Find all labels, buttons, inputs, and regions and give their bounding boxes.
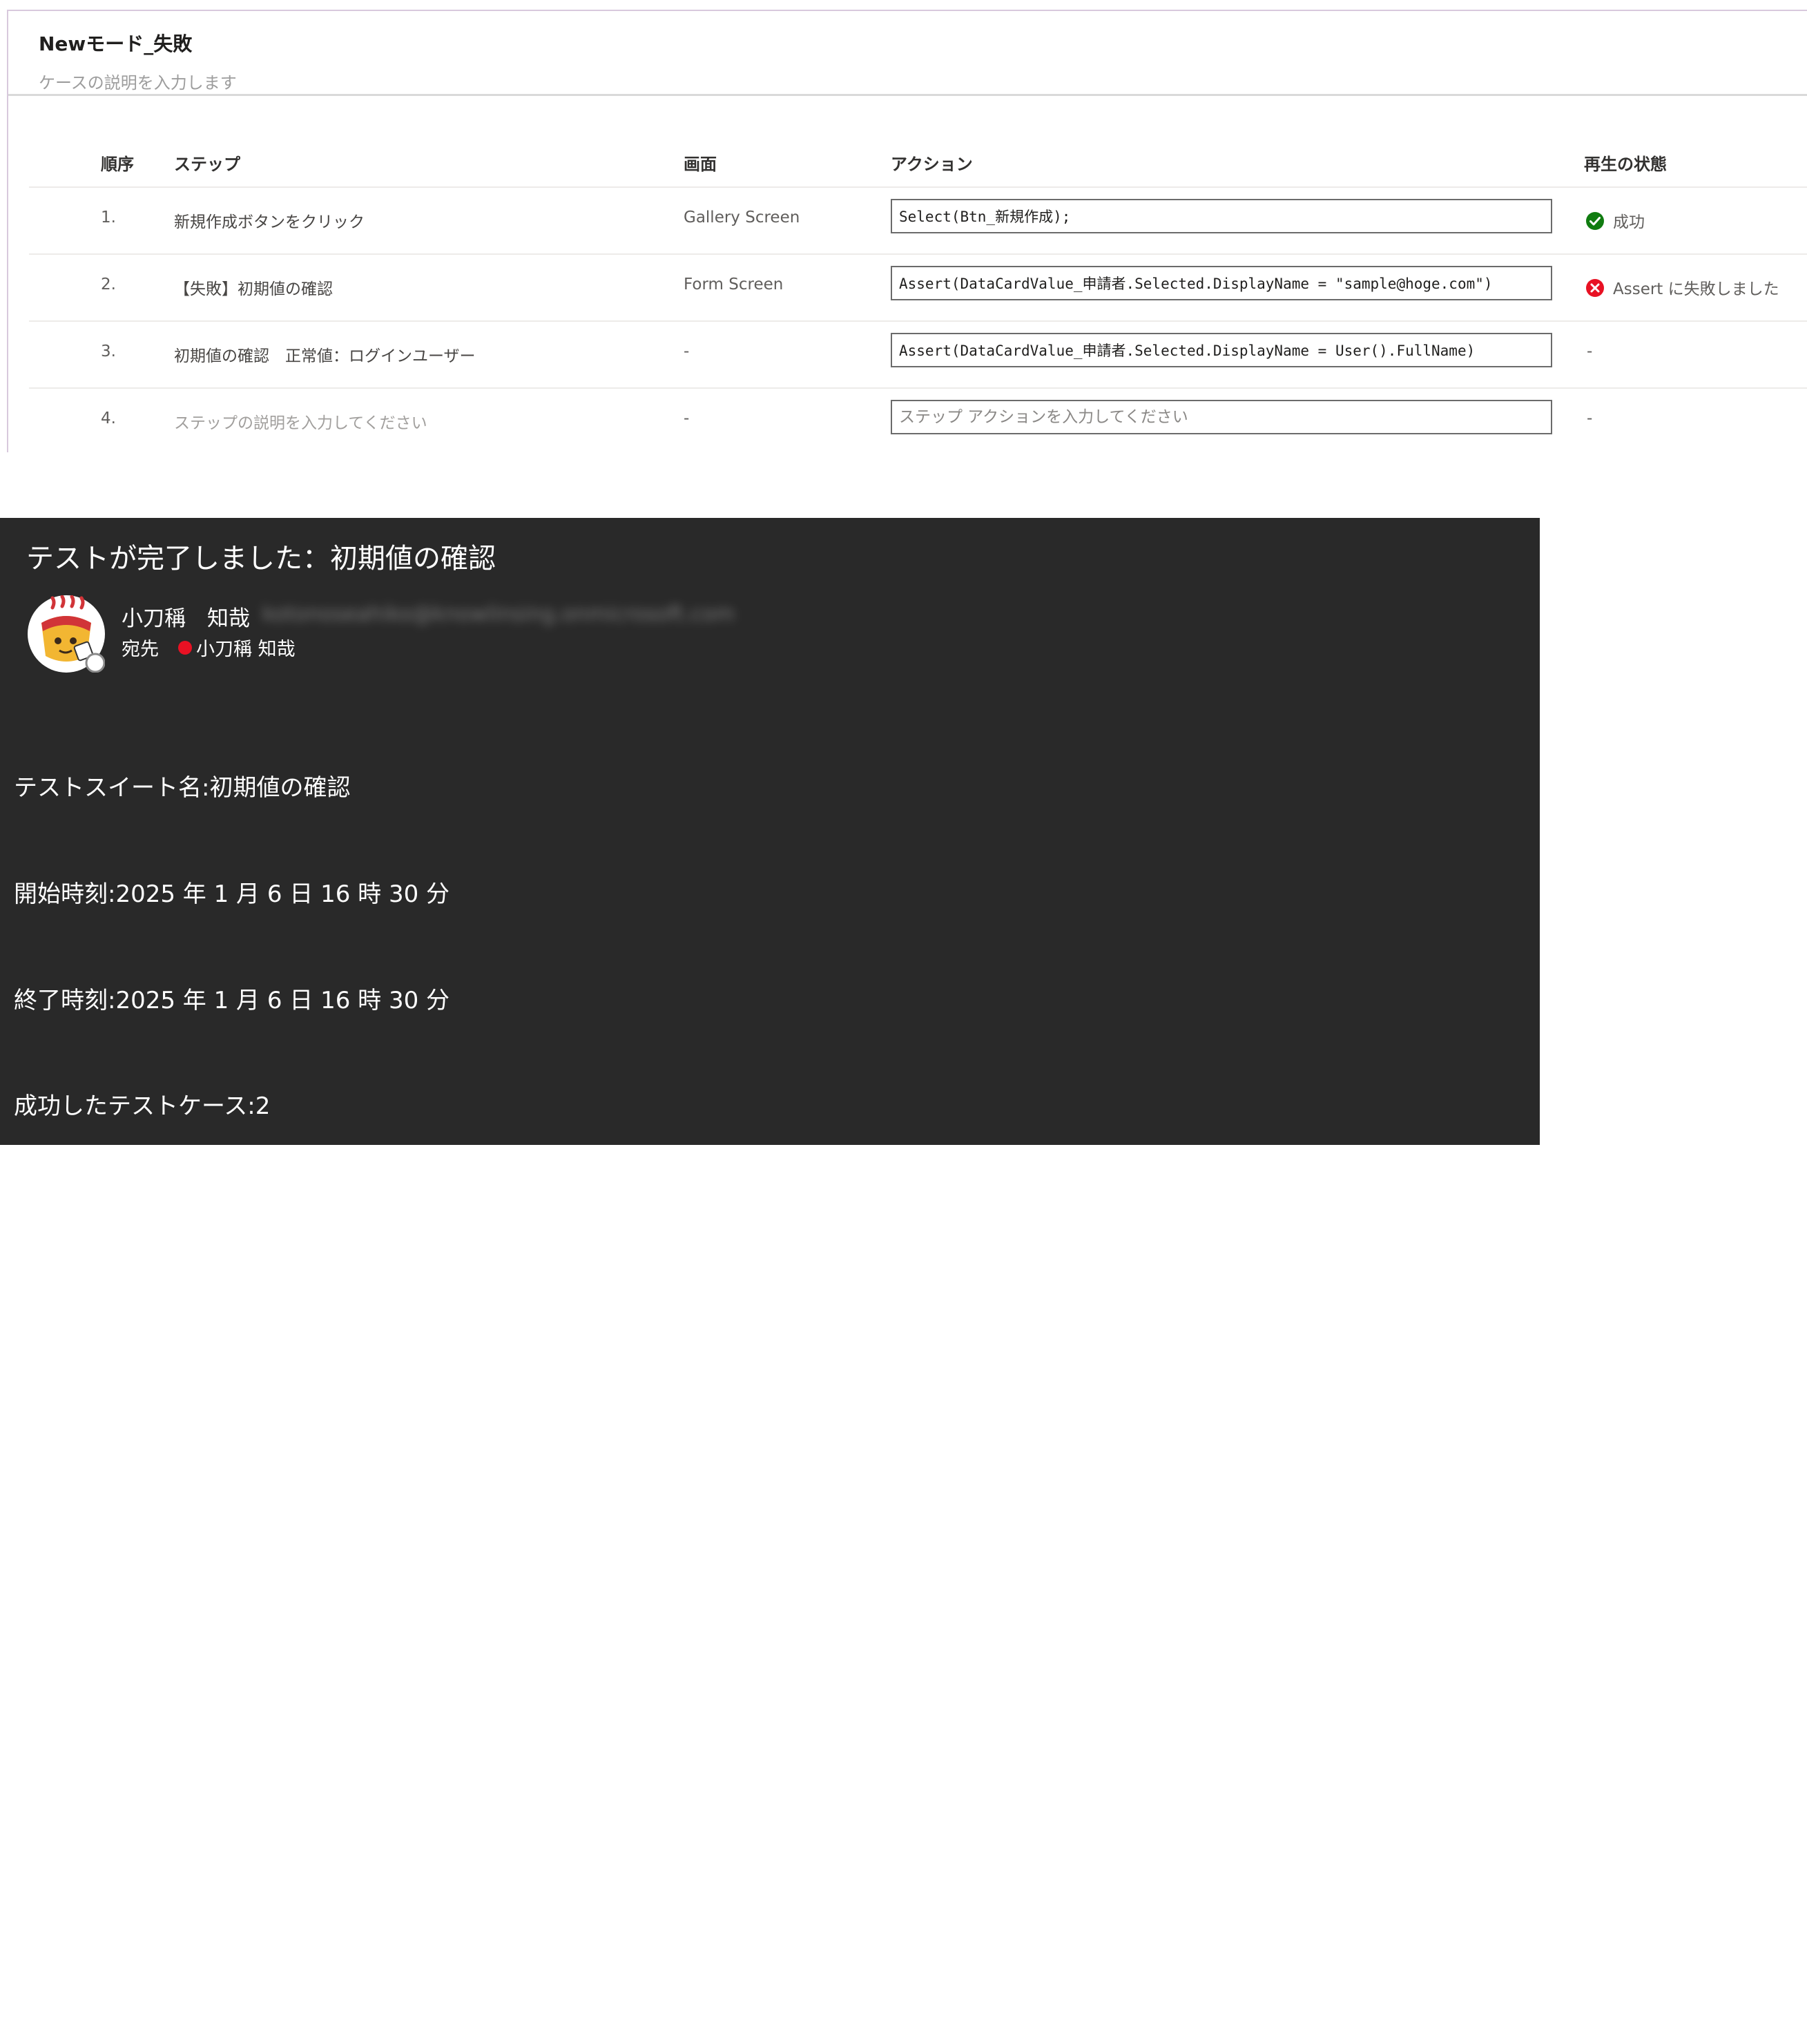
test-case-description[interactable]: ケースの説明を入力します <box>39 69 237 93</box>
to-label: 宛先 <box>122 639 159 660</box>
step-action-input[interactable] <box>891 266 1552 300</box>
email-subject: テストが完了しました：初期値の確認 <box>26 543 496 575</box>
header-order: 順序 <box>101 155 134 174</box>
success-check-icon <box>1586 212 1604 230</box>
step-description-placeholder[interactable]: ステップの説明を入力してください <box>174 409 427 433</box>
test-case-header: Newモード_失敗 ケースの説明を入力します <box>8 11 1807 96</box>
test-case-panel: Newモード_失敗 ケースの説明を入力します 順序 ステップ 画面 アクション … <box>0 0 1807 452</box>
step-screen: Gallery Screen <box>684 209 800 226</box>
step-status: - <box>1587 409 1593 427</box>
step-action-input[interactable] <box>891 333 1552 367</box>
header-step: ステップ <box>174 155 240 174</box>
avatar[interactable] <box>28 595 105 673</box>
body-line-json: [ <box>14 1410 23 1438</box>
step-action-input[interactable] <box>891 400 1552 434</box>
body-line-end: 終了時刻:2025 年 1 月 6 日 16 時 30 分 <box>14 986 450 1014</box>
test-case-title[interactable]: Newモード_失敗 <box>39 29 192 57</box>
sender-email-blurred: kotonoseahiko@knowlinsing.onmicrosoft.co… <box>262 602 735 626</box>
step-action-input[interactable] <box>891 199 1552 233</box>
email-body: テストスイート名:初期値の確認 開始時刻:2025 年 1 月 6 日 16 時… <box>14 700 1539 2044</box>
body-line-passed: 成功したテストケース:2 <box>14 1092 271 1121</box>
presence-busy-icon <box>178 640 192 655</box>
body-line-json: } <box>14 1835 29 1863</box>
step-description[interactable]: 【失敗】初期値の確認 <box>174 276 333 299</box>
email-notification: テストが完了しました：初期値の確認 小刀稱 知哉 kotonoseahiko@k… <box>0 518 1540 1969</box>
body-line-suite: テストスイート名:初期値の確認 <box>14 774 351 802</box>
table-row[interactable]: 2. 【失敗】初期値の確認 Form Screen Assert に失敗しました <box>29 255 1807 322</box>
body-line-json: "TestFailureMessage": "ステップ '【失敗】初期値の確認'… <box>14 1728 1539 1757</box>
step-screen: Form Screen <box>684 276 784 293</box>
step-screen: - <box>684 409 690 427</box>
body-line-json: { <box>14 1516 29 1545</box>
step-order: 4. <box>101 409 116 427</box>
step-order: 1. <box>101 209 116 226</box>
step-status: Assert に失敗しました <box>1613 280 1779 298</box>
step-order: 3. <box>101 343 116 360</box>
recipient-name[interactable]: 小刀稱 知哉 <box>196 634 296 661</box>
recipient-row: 宛先 小刀稱 知哉 <box>122 634 296 661</box>
table-row[interactable]: 4. ステップの説明を入力してください - - <box>29 389 1807 456</box>
header-status: 再生の状態 <box>1584 155 1667 174</box>
table-row[interactable]: 1. 新規作成ボタンをクリック Gallery Screen 成功 <box>29 188 1807 255</box>
error-x-icon <box>1586 279 1604 297</box>
step-description[interactable]: 初期値の確認 正常値：ログインユーザー <box>174 343 476 366</box>
body-line-failed: 失敗したテストケース:1 <box>14 1198 271 1226</box>
step-status: - <box>1587 343 1593 360</box>
body-line-start: 開始時刻:2025 年 1 月 6 日 16 時 30 分 <box>14 880 450 908</box>
body-line-json: "TestCaseName": "New モード_失敗", <box>14 1623 441 1651</box>
step-screen: - <box>684 343 690 360</box>
sender-name: 小刀稱 知哉 <box>122 606 250 631</box>
step-order: 2. <box>101 276 116 293</box>
table-row[interactable]: 3. 初期値の確認 正常値：ログインユーザー - - <box>29 322 1807 389</box>
body-line-json: ] <box>14 1940 23 1969</box>
body-line-error-label: エラーメッセージ: <box>14 1304 209 1333</box>
header-action: アクション <box>891 155 973 174</box>
step-status: 成功 <box>1613 213 1645 231</box>
header-screen: 画面 <box>684 155 717 174</box>
step-description[interactable]: 新規作成ボタンをクリック <box>174 209 365 232</box>
